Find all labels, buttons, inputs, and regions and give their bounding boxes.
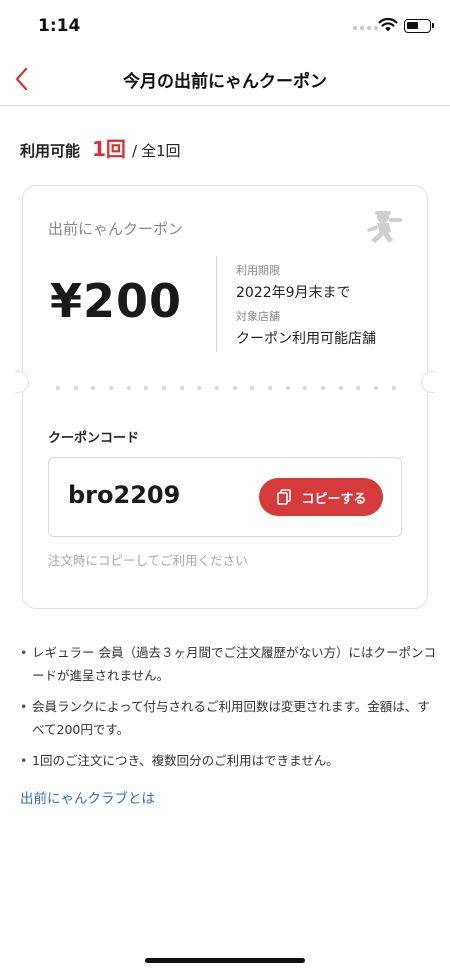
note-item: レギュラー 会員（過去３ヶ月間でご注文履歴がない方）にはクーポンコードが進呈され… xyxy=(20,641,438,687)
club-info-link[interactable]: 出前にゃんクラブとは xyxy=(20,787,155,807)
coupon-title: 出前にゃんクーポン xyxy=(48,220,184,238)
ticket-notch-right xyxy=(421,371,435,393)
signal-icon xyxy=(353,26,378,30)
period-value: 2022年9月末まで xyxy=(236,285,351,301)
note-item: 会員ランクによって付与されるご利用回数は変更されます。金額は、すべて200円です… xyxy=(20,695,438,741)
coupon-code-hint: 注文時にコピーしてご利用ください xyxy=(48,553,248,568)
perforation-dots xyxy=(56,386,396,390)
battery-icon xyxy=(404,19,434,33)
status-time: 1:14 xyxy=(38,16,81,36)
usage-total: 全1回 xyxy=(141,142,181,160)
coupon-code-value: bro2209 xyxy=(68,481,181,509)
period-label: 利用期限 xyxy=(236,264,280,277)
copy-button-label: コピーする xyxy=(301,491,367,507)
delivery-cat-mascot-icon xyxy=(367,211,402,243)
coupon-code-label: クーポンコード xyxy=(48,431,140,446)
status-bar: 1:14 xyxy=(0,0,450,52)
coupon-code-box: bro2209 コピーする xyxy=(48,457,402,537)
wifi-icon xyxy=(378,17,398,32)
ticket-notch-left xyxy=(15,371,29,393)
coupon-amount: ¥200 xyxy=(50,274,183,328)
note-item: 1回のご注文につき、複数回分のご利用はできません。 xyxy=(20,749,438,772)
store-label: 対象店舗 xyxy=(236,310,280,323)
usage-summary: 利用可能 1回 / 全1回 xyxy=(20,133,181,162)
page-title: 今月の出前にゃんクーポン xyxy=(123,72,327,92)
nav-header: 今月の出前にゃんクーポン xyxy=(0,52,450,106)
copy-icon xyxy=(277,489,292,505)
usage-count: 1回 xyxy=(92,137,126,161)
store-value: クーポン利用可能店舗 xyxy=(236,331,376,347)
home-indicator xyxy=(145,958,305,963)
copy-button[interactable]: コピーする xyxy=(259,478,383,516)
usage-slash: / xyxy=(131,142,137,160)
usage-label: 利用可能 xyxy=(20,142,81,160)
coupon-card: 出前にゃんクーポン ¥200 利用期限 2022年9月末まで 対象店舗 クーポン… xyxy=(15,185,435,609)
vertical-divider xyxy=(216,256,217,352)
notes-list: レギュラー 会員（過去３ヶ月間でご注文履歴がない方）にはクーポンコードが進呈され… xyxy=(20,641,438,780)
